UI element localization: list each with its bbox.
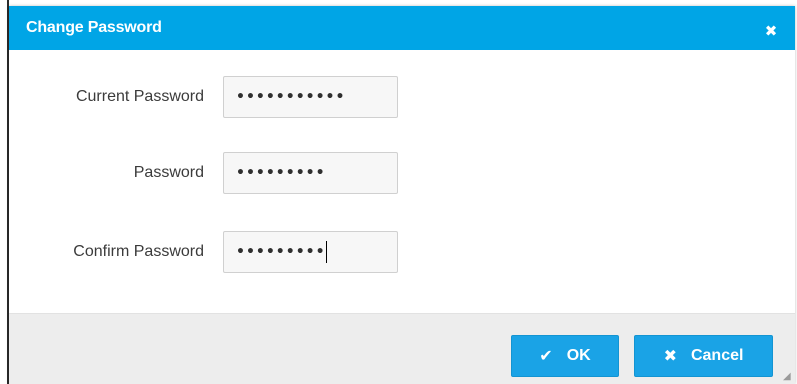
x-icon: ✖ xyxy=(663,348,677,365)
current-password-row: Current Password ••••••••••• xyxy=(9,76,795,118)
current-password-input[interactable]: ••••••••••• xyxy=(223,76,398,118)
password-row: Password ••••••••• xyxy=(9,152,795,194)
close-icon[interactable]: ✖ xyxy=(764,24,778,39)
confirm-password-input[interactable]: ••••••••• xyxy=(223,231,398,273)
resize-grip-icon[interactable]: ◢ xyxy=(783,372,793,382)
text-caret xyxy=(325,241,327,263)
background-window-edge xyxy=(0,0,9,384)
dialog-title: Change Password xyxy=(26,19,162,36)
confirm-password-row: Confirm Password ••••••••• xyxy=(9,231,795,273)
password-label: Password xyxy=(133,164,204,181)
check-icon: ✔ xyxy=(539,348,553,365)
ok-button-label: OK xyxy=(566,347,591,364)
current-password-label: Current Password xyxy=(75,88,204,105)
change-password-dialog: Change Password ✖ Current Password •••••… xyxy=(9,6,795,384)
confirm-password-label: Confirm Password xyxy=(73,243,204,260)
ok-button[interactable]: ✔ OK xyxy=(511,335,619,377)
dialog-footer: ✔ OK ✖ Cancel ◢ xyxy=(9,313,795,384)
cancel-button-label: Cancel xyxy=(690,347,744,364)
password-input[interactable]: ••••••••• xyxy=(223,152,398,194)
cancel-button[interactable]: ✖ Cancel xyxy=(634,335,773,377)
confirm-password-value: ••••••••• xyxy=(236,244,326,260)
dialog-header: Change Password ✖ xyxy=(9,6,795,50)
